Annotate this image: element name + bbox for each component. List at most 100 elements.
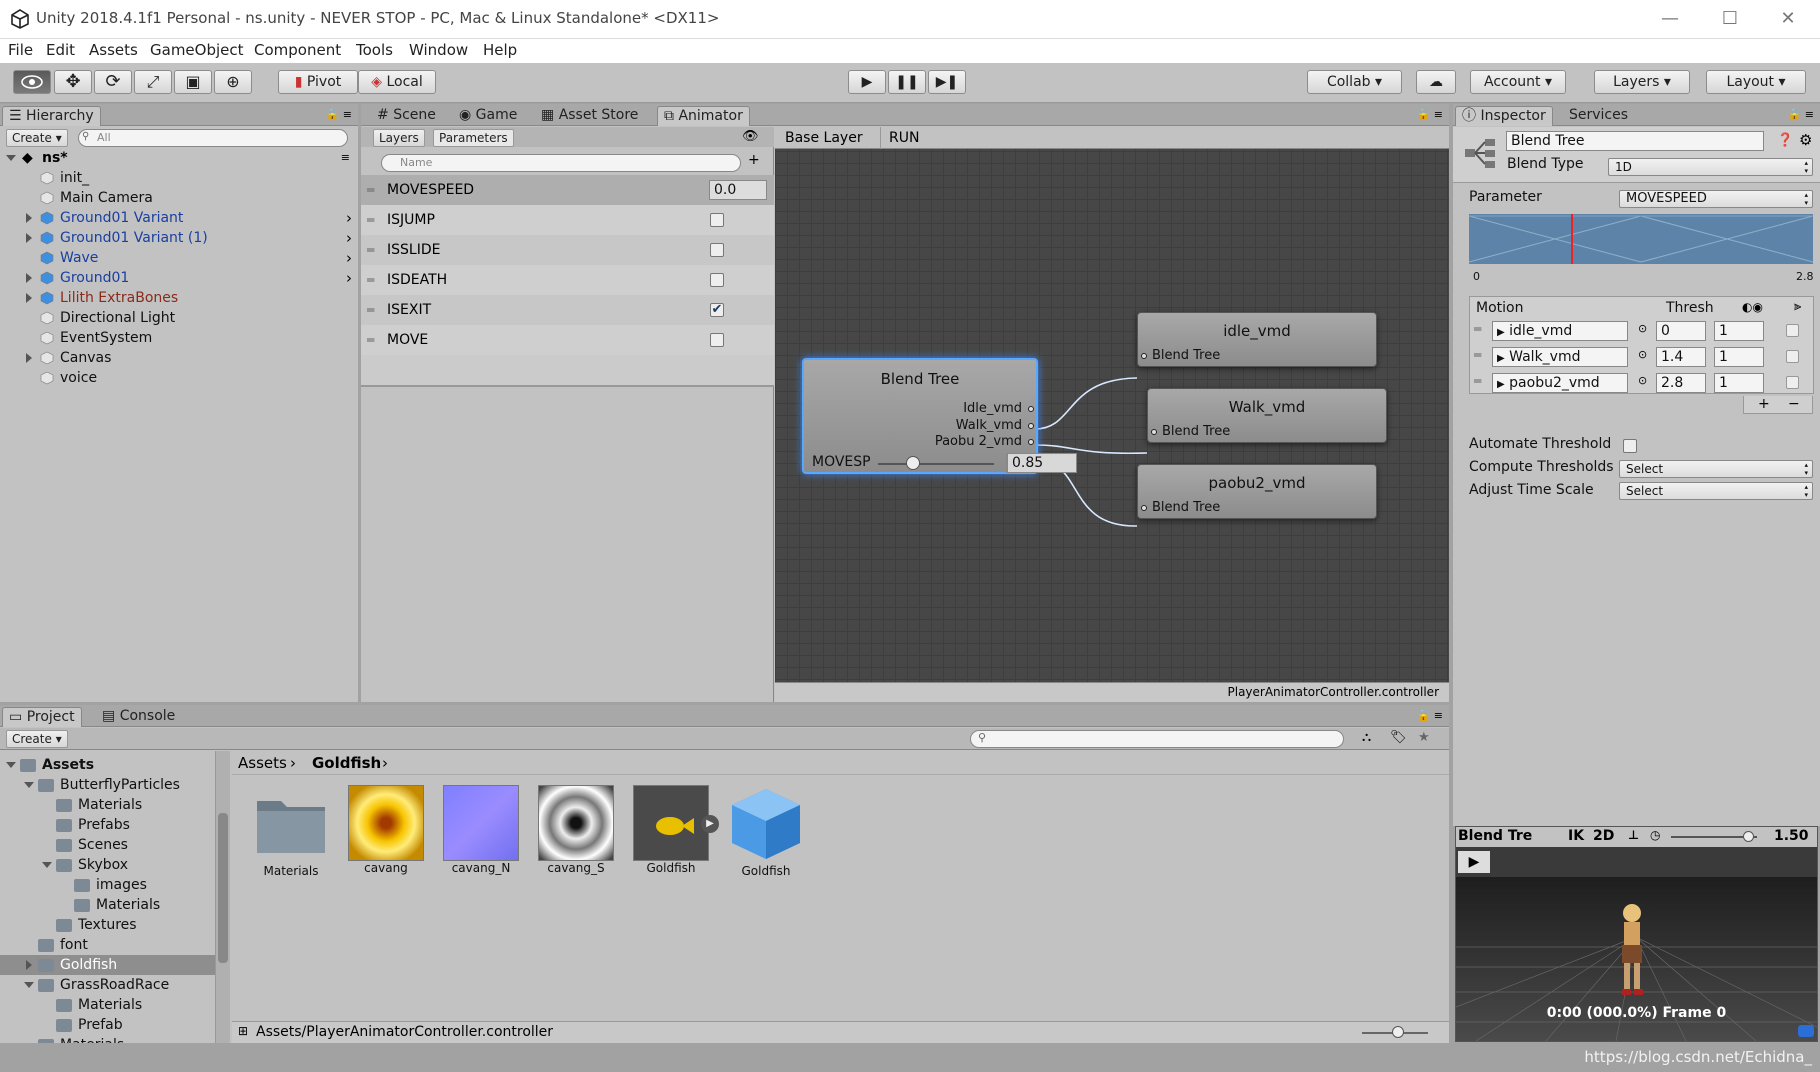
move-tool-button[interactable]: ✥: [54, 70, 92, 94]
parameter-checkbox[interactable]: [710, 243, 724, 257]
tab-layers[interactable]: Layers: [373, 129, 425, 147]
hierarchy-item[interactable]: Ground01 Variant ›: [0, 208, 358, 228]
motion-node-walk[interactable]: Walk_vmd Blend Tree: [1147, 388, 1387, 443]
drag-handle-icon[interactable]: ═: [367, 265, 374, 295]
drag-handle-icon[interactable]: ═: [367, 175, 374, 205]
compute-thresholds-dropdown[interactable]: Select: [1619, 460, 1813, 478]
parameter-row[interactable]: ═ ISDEATH: [361, 265, 774, 295]
chevron-right-icon[interactable]: ›: [346, 268, 352, 288]
hierarchy-item[interactable]: Directional Light: [0, 308, 358, 328]
view-tool-button[interactable]: [13, 70, 51, 94]
menu-tools[interactable]: Tools: [356, 41, 393, 59]
chevron-right-icon[interactable]: ›: [346, 208, 352, 228]
drag-handle-icon[interactable]: ═: [1474, 374, 1481, 388]
2d-toggle[interactable]: 2D: [1593, 828, 1614, 844]
parameter-row[interactable]: ═ MOVESPEED 0.0: [361, 175, 774, 205]
parameter-row[interactable]: ═ MOVE: [361, 325, 774, 355]
motion-row[interactable]: ═ ▶ idle_vmd ⊙ 0 1: [1470, 319, 1815, 343]
scene-row[interactable]: ◆ ns* ≡: [0, 148, 358, 168]
mirror-checkbox[interactable]: [1786, 324, 1799, 337]
collab-button[interactable]: Collab ▾: [1307, 70, 1402, 94]
menu-edit[interactable]: Edit: [46, 41, 75, 59]
motion-row[interactable]: ═ ▶ Walk_vmd ⊙ 1.4 1: [1470, 345, 1815, 369]
output-port[interactable]: [1028, 423, 1034, 429]
parameter-float-field[interactable]: 0.0: [709, 180, 767, 200]
asset-label-icon[interactable]: [1798, 1025, 1814, 1037]
tab-scene[interactable]: # Scene: [371, 106, 442, 126]
menu-assets[interactable]: Assets: [89, 41, 138, 59]
adjust-time-scale-dropdown[interactable]: Select: [1619, 482, 1813, 500]
motion-field[interactable]: ▶ idle_vmd: [1492, 321, 1628, 341]
parameter-checkbox[interactable]: [710, 213, 724, 227]
panel-menu-icon[interactable]: 🔒 ≡: [326, 108, 352, 121]
project-tree-item[interactable]: Textures: [0, 915, 215, 935]
motion-row[interactable]: ═ ▶ paobu2_vmd ⊙ 2.8 1: [1470, 371, 1815, 395]
drag-handle-icon[interactable]: ═: [367, 295, 374, 325]
parameter-checkbox[interactable]: ✔: [710, 303, 724, 317]
project-search-input[interactable]: [970, 730, 1344, 748]
input-port[interactable]: [1151, 429, 1157, 435]
blend-marker[interactable]: [1571, 214, 1574, 264]
project-tree-item[interactable]: images: [0, 875, 215, 895]
output-port[interactable]: [1028, 439, 1034, 445]
blend-slider-track[interactable]: [878, 463, 994, 465]
favorite-star-icon[interactable]: ★: [1418, 730, 1430, 745]
parameter-checkbox[interactable]: [710, 273, 724, 287]
tree-scroll-thumb[interactable]: [218, 813, 228, 963]
help-icon[interactable]: ❓: [1777, 133, 1793, 148]
maximize-button[interactable]: ☐: [1710, 4, 1750, 34]
expand-arrow-icon[interactable]: [24, 782, 34, 788]
project-tree-item[interactable]: ButterflyParticles: [0, 775, 215, 795]
parameter-checkbox[interactable]: [710, 333, 724, 347]
motion-field[interactable]: ▶ Walk_vmd: [1492, 347, 1628, 367]
object-picker-icon[interactable]: ⊙: [1638, 374, 1647, 387]
menu-file[interactable]: File: [8, 41, 33, 59]
hierarchy-item[interactable]: Lilith ExtraBones: [0, 288, 358, 308]
project-tree-item[interactable]: Prefabs: [0, 815, 215, 835]
drag-handle-icon[interactable]: ═: [1474, 348, 1481, 362]
project-tree-item[interactable]: Prefab: [0, 1015, 215, 1035]
chevron-right-icon[interactable]: ›: [346, 248, 352, 268]
expand-model-button[interactable]: ▶: [701, 815, 719, 833]
object-picker-icon[interactable]: ⊙: [1638, 348, 1647, 361]
project-tree-item[interactable]: Materials: [0, 1035, 215, 1043]
layers-dropdown[interactable]: Layers ▾: [1594, 70, 1690, 94]
drag-handle-icon[interactable]: ═: [1474, 322, 1481, 336]
project-tree-item[interactable]: Materials: [0, 895, 215, 915]
threshold-field[interactable]: 0: [1656, 321, 1706, 341]
expand-arrow-icon[interactable]: [26, 233, 32, 243]
project-tree-item[interactable]: font: [0, 935, 215, 955]
threshold-field[interactable]: 1.4: [1656, 347, 1706, 367]
tree-scrollbar[interactable]: [216, 751, 230, 1043]
expand-arrow-icon[interactable]: [26, 213, 32, 223]
drag-handle-icon[interactable]: ═: [367, 205, 374, 235]
project-create-button[interactable]: Create ▾: [6, 730, 68, 748]
blend-value-field[interactable]: 0.85: [1007, 453, 1077, 473]
motion-node-idle[interactable]: idle_vmd Blend Tree: [1137, 312, 1377, 367]
tab-services[interactable]: Services: [1563, 106, 1634, 126]
parameter-row[interactable]: ═ ISJUMP: [361, 205, 774, 235]
project-tree-item[interactable]: Skybox: [0, 855, 215, 875]
parameter-row[interactable]: ═ ISEXIT ✔: [361, 295, 774, 325]
project-tree-item[interactable]: Materials: [0, 995, 215, 1015]
hierarchy-item[interactable]: EventSystem: [0, 328, 358, 348]
hierarchy-item[interactable]: Main Camera: [0, 188, 358, 208]
menu-component[interactable]: Component: [254, 41, 341, 59]
mirror-checkbox[interactable]: [1786, 350, 1799, 363]
input-port[interactable]: [1141, 505, 1147, 511]
tab-game[interactable]: ◉ Game: [453, 106, 523, 126]
breadcrumb-assets[interactable]: Assets: [238, 754, 287, 772]
panel-menu-icon[interactable]: 🔒 ≡: [1417, 709, 1443, 722]
ik-toggle[interactable]: IK: [1568, 828, 1584, 844]
preview-viewport[interactable]: 0:00 (000.0%) Frame 0: [1456, 877, 1817, 1041]
rotate-tool-button[interactable]: ⟳: [94, 70, 132, 94]
blend-slider-knob[interactable]: [905, 456, 920, 470]
step-button[interactable]: ▶❚: [928, 70, 966, 94]
chevron-right-icon[interactable]: ›: [346, 228, 352, 248]
hierarchy-item[interactable]: Canvas: [0, 348, 358, 368]
hierarchy-item[interactable]: Ground01 ›: [0, 268, 358, 288]
project-tree-item[interactable]: Assets: [0, 755, 215, 775]
hierarchy-item[interactable]: Ground01 Variant (1) ›: [0, 228, 358, 248]
filter-type-icon[interactable]: ⛬: [1362, 730, 1371, 745]
threshold-field[interactable]: 2.8: [1656, 373, 1706, 393]
